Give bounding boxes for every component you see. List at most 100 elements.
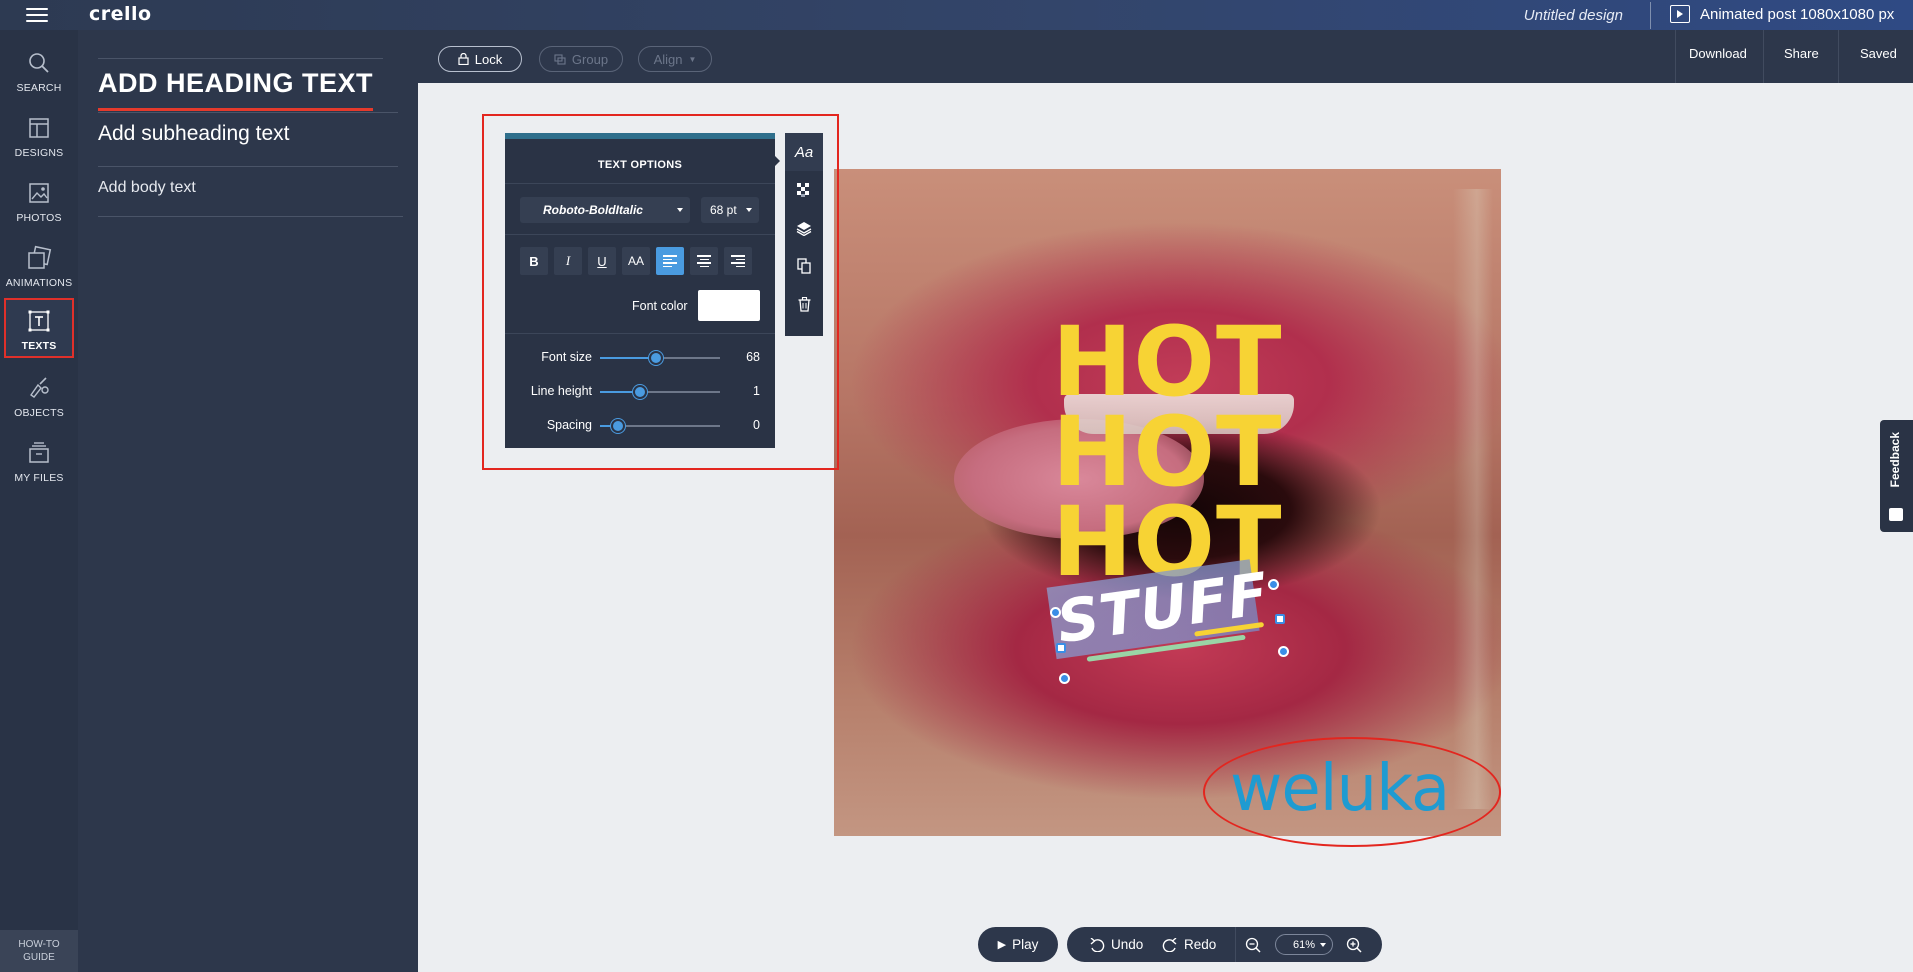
- undo-button[interactable]: Undo: [1089, 927, 1143, 962]
- history-zoom-bar: Undo Redo 61%: [1067, 927, 1382, 962]
- layers-tool[interactable]: [785, 209, 823, 247]
- align-button[interactable]: Align ▼: [638, 46, 712, 72]
- rail-item-photos[interactable]: PHOTOS: [4, 168, 74, 228]
- font-color-label: Font color: [632, 299, 688, 313]
- play-square-icon: [1670, 5, 1690, 23]
- align-center-button[interactable]: [690, 247, 718, 275]
- rail-label-animations: ANIMATIONS: [5, 277, 73, 289]
- zoom-select[interactable]: 61%: [1275, 934, 1333, 955]
- text-options-panel: TEXT OPTIONS Roboto-BoldItalic 68 pt B I…: [505, 133, 775, 448]
- font-family-select[interactable]: Roboto-BoldItalic: [520, 197, 690, 223]
- feedback-tab[interactable]: Feedback: [1880, 420, 1913, 532]
- feedback-label: Feedback: [1888, 432, 1902, 488]
- play-button[interactable]: ▶ Play: [978, 927, 1058, 962]
- share-button[interactable]: Share: [1784, 46, 1819, 61]
- redo-button[interactable]: Redo: [1162, 927, 1216, 962]
- rail-item-objects[interactable]: OBJECTS: [4, 363, 74, 423]
- saved-status: Saved: [1860, 46, 1897, 61]
- font-size-slider[interactable]: [600, 351, 720, 365]
- chevron-down-icon: [677, 208, 683, 212]
- zoom-out-button[interactable]: [1245, 927, 1261, 962]
- designs-icon: [29, 118, 49, 138]
- add-subheading-text[interactable]: Add subheading text: [98, 122, 289, 146]
- rotate-handle[interactable]: [1268, 579, 1279, 590]
- text-aa-icon: Aa: [794, 143, 814, 161]
- align-left-button[interactable]: [656, 247, 684, 275]
- play-label: Play: [1012, 937, 1039, 952]
- document-title[interactable]: Untitled design: [1524, 7, 1623, 24]
- line-height-slider[interactable]: [600, 385, 720, 399]
- layers-icon: [796, 221, 812, 236]
- slider-knob[interactable]: [611, 419, 625, 433]
- spacing-label: Spacing: [546, 418, 592, 432]
- how-to-guide-button[interactable]: HOW-TO GUIDE: [0, 930, 78, 972]
- add-heading-text[interactable]: ADD HEADING TEXT: [98, 68, 373, 99]
- align-right-button[interactable]: [724, 247, 752, 275]
- photo-detail: [1453, 189, 1493, 809]
- app-logo[interactable]: crello: [89, 3, 152, 25]
- group-label: Group: [571, 51, 609, 67]
- zoom-in-button[interactable]: [1346, 927, 1362, 962]
- spacing-value: 0: [753, 418, 760, 432]
- animations-icon: [28, 245, 52, 269]
- format-label: Animated post 1080x1080 px: [1700, 5, 1895, 23]
- download-button[interactable]: Download: [1689, 46, 1747, 61]
- spacing-slider[interactable]: [600, 419, 720, 433]
- duplicate-tool[interactable]: [785, 247, 823, 285]
- line-height-label: Line height: [530, 384, 592, 398]
- panel-divider: [98, 216, 403, 217]
- hot-text-line: HOT: [1052, 396, 1283, 508]
- text-options-title: TEXT OPTIONS: [597, 159, 683, 171]
- my-files-icon: [29, 442, 49, 463]
- undo-label: Undo: [1111, 937, 1144, 952]
- resize-handle[interactable]: [1275, 614, 1285, 624]
- bold-button[interactable]: B: [520, 247, 548, 275]
- format-button[interactable]: Animated post 1080x1080 px: [1670, 5, 1894, 23]
- slider-knob[interactable]: [649, 351, 664, 365]
- design-canvas[interactable]: HOT HOT HOT STUFF: [834, 169, 1501, 836]
- redo-icon: [1162, 937, 1177, 952]
- uppercase-button[interactable]: AA: [622, 247, 650, 275]
- rail-item-designs[interactable]: DESIGNS: [4, 103, 74, 163]
- group-button[interactable]: Group: [539, 46, 623, 72]
- group-icon: [554, 53, 566, 65]
- spacing-row: Spacing 0: [505, 416, 775, 436]
- lock-button[interactable]: Lock: [438, 46, 522, 72]
- font-size-select[interactable]: 68 pt: [701, 197, 759, 223]
- resize-handle[interactable]: [1059, 673, 1070, 684]
- font-color-swatch[interactable]: [698, 290, 760, 321]
- rail-item-my-files[interactable]: MY FILES: [4, 428, 74, 488]
- chevron-down-icon: ▼: [688, 54, 697, 64]
- delete-tool[interactable]: [785, 285, 823, 323]
- howto-line-2: GUIDE: [23, 952, 55, 963]
- text-options-tool[interactable]: Aa: [785, 133, 823, 171]
- add-body-text[interactable]: Add body text: [98, 179, 196, 197]
- rail-item-animations[interactable]: ANIMATIONS: [4, 233, 74, 293]
- rail-item-search[interactable]: SEARCH: [4, 38, 74, 98]
- chevron-down-icon: [746, 208, 752, 212]
- rail-item-texts[interactable]: TEXTS: [4, 298, 74, 358]
- hot-text-block[interactable]: HOT HOT HOT: [1052, 314, 1292, 590]
- italic-button[interactable]: I: [554, 247, 582, 275]
- trash-icon: [798, 296, 810, 312]
- slider-knob[interactable]: [632, 385, 647, 399]
- align-label: Align: [653, 51, 683, 67]
- transparency-icon: [797, 183, 809, 197]
- element-tools: Aa: [785, 133, 823, 336]
- rail-label-search: SEARCH: [16, 82, 62, 94]
- resize-handle[interactable]: [1050, 607, 1061, 618]
- menu-icon[interactable]: [26, 5, 50, 25]
- options-divider: [505, 234, 775, 235]
- top-bar: crello Untitled design Animated post 108…: [0, 0, 1913, 30]
- format-buttons: B I U AA: [520, 247, 758, 275]
- lock-icon: [458, 53, 469, 65]
- resize-handle[interactable]: [1056, 643, 1066, 653]
- popup-pointer: [774, 155, 780, 167]
- panel-divider: [98, 166, 398, 167]
- underline-button[interactable]: U: [588, 247, 616, 275]
- transparency-tool[interactable]: [785, 171, 823, 209]
- toolbar-divider: [1838, 30, 1839, 83]
- lock-label: Lock: [474, 51, 503, 67]
- resize-handle[interactable]: [1278, 646, 1289, 657]
- slider-fill: [600, 357, 657, 359]
